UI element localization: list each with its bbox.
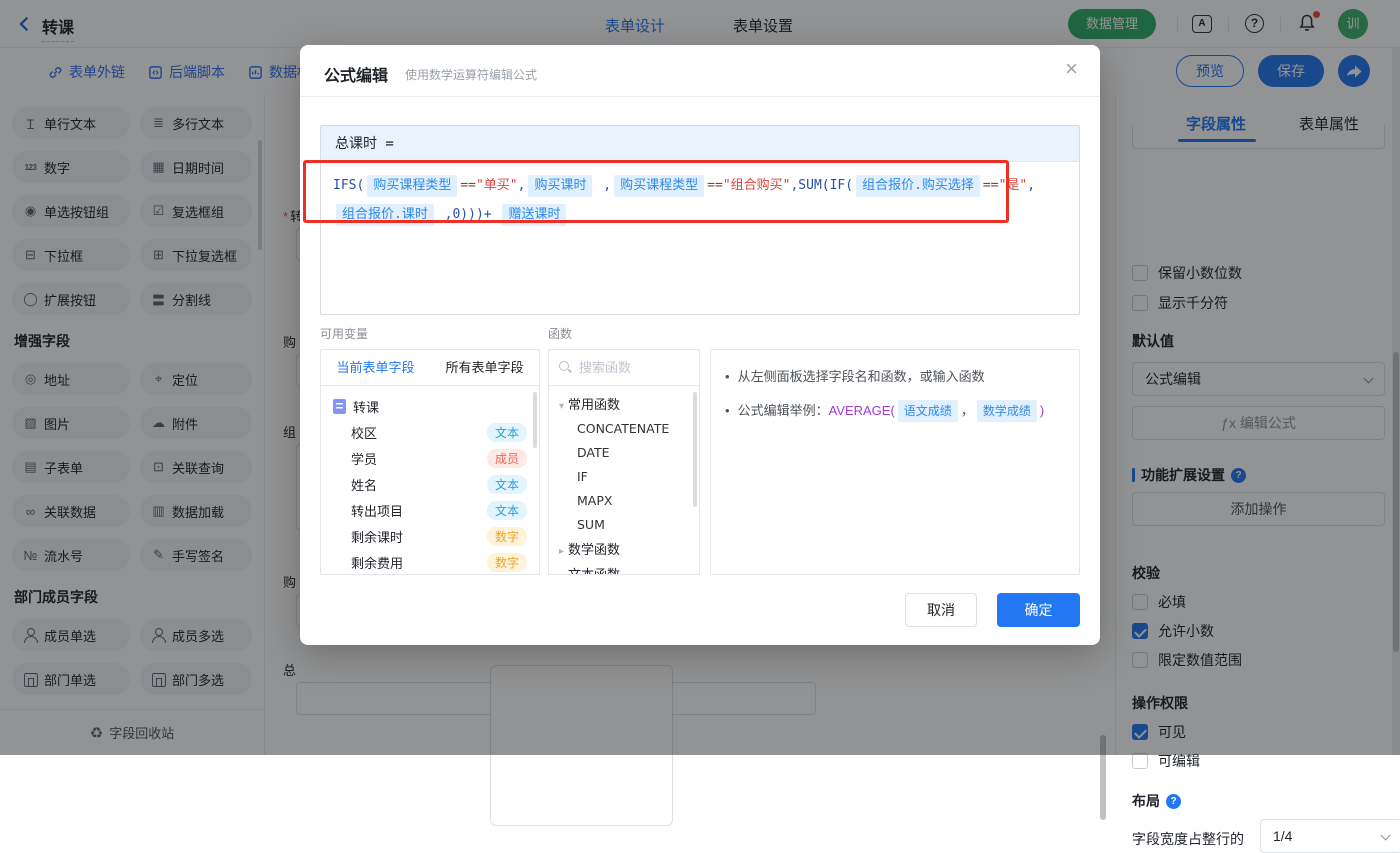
help-tip: •从左侧面板选择字段名和函数，或输入函数: [725, 366, 1065, 388]
form-doc-icon: [333, 399, 346, 414]
variable-name: 剩余费用: [351, 553, 487, 572]
variable-name: 学员: [351, 449, 487, 468]
formula-function: IFS(: [333, 178, 364, 193]
function-tree: ▾ 常用函数 CONCATENATEDATEIFMAPXSUM ▸ 数学函数 ▸ 文本函数: [549, 386, 699, 575]
function-group-label: 常用函数: [568, 397, 620, 412]
formula-help-panel: •从左侧面板选择字段名和函数，或输入函数 •公式编辑举例：AVERAGE(语文成…: [710, 349, 1080, 575]
function-item-date[interactable]: DATE: [549, 441, 699, 465]
variables-tabs: 当前表单字段 所有表单字段: [321, 350, 539, 386]
field-type-badge: 文本: [487, 423, 527, 442]
field-token[interactable]: 赠送课时: [502, 204, 566, 226]
variable-name: 校区: [351, 423, 487, 442]
formula-function: ,: [1027, 178, 1035, 193]
formula-target: 总课时 =: [321, 126, 1079, 162]
formula-editor-modal: 公式编辑 使用数学运算符编辑公式 × 总课时 = IFS(购买课程类型=="单买…: [300, 45, 1100, 645]
modal-subtitle: 使用数学运算符编辑公式: [405, 66, 537, 83]
variable-item[interactable]: 转出项目文本: [321, 497, 539, 523]
tab-all-form-fields[interactable]: 所有表单字段: [430, 350, 539, 385]
function-item-concatenate[interactable]: CONCATENATE: [549, 417, 699, 441]
variable-item[interactable]: 校区文本: [321, 419, 539, 445]
formula-string: "是": [999, 178, 1028, 193]
function-group-collapsed[interactable]: ▸ 文本函数: [549, 562, 699, 575]
variables-root-label: 转课: [353, 397, 527, 416]
confirm-button[interactable]: 确定: [997, 593, 1080, 627]
function-item-if[interactable]: IF: [549, 465, 699, 489]
variables-panel: 当前表单字段 所有表单字段 转课校区文本学员成员姓名文本转出项目文本剩余课时数字…: [320, 349, 540, 575]
example-function: ): [1040, 403, 1044, 418]
field-token[interactable]: 购买课程类型: [367, 175, 457, 197]
variable-name: 转出项目: [351, 501, 487, 520]
variables-list: 转课校区文本学员成员姓名文本转出项目文本剩余课时数字剩余费用数字: [321, 386, 539, 575]
variables-root-node[interactable]: 转课: [321, 393, 539, 419]
layout-title: 布局 ?: [1132, 791, 1181, 811]
function-group-label: 数学函数: [568, 542, 620, 557]
field-token[interactable]: 购买课程类型: [614, 175, 704, 197]
help-example: •公式编辑举例：AVERAGE(语文成绩，数学成绩): [725, 400, 1065, 422]
variables-scrollbar[interactable]: [533, 392, 537, 448]
formula-operator: ==: [707, 178, 723, 193]
function-search-input[interactable]: [579, 360, 679, 375]
field-type-badge: 文本: [487, 501, 527, 520]
variable-item[interactable]: 剩余费用数字: [321, 549, 539, 575]
checkbox-unchecked[interactable]: [1132, 753, 1148, 769]
formula-editor[interactable]: 总课时 = IFS(购买课程类型=="单买",购买课时 ,购买课程类型=="组合…: [320, 125, 1080, 315]
function-item-sum[interactable]: SUM: [549, 513, 699, 537]
example-field-token: 数学成绩: [977, 400, 1037, 422]
field-token[interactable]: 购买课时: [528, 175, 592, 197]
formula-function: ,0)))+: [437, 207, 500, 222]
function-item-mapx[interactable]: MAPX: [549, 489, 699, 513]
field-type-badge: 成员: [487, 449, 527, 468]
formula-code[interactable]: IFS(购买课程类型=="单买",购买课时 ,购买课程类型=="组合购买",SU…: [321, 162, 1079, 238]
field-width-label: 字段宽度占整行的: [1132, 829, 1244, 849]
modal-header: 公式编辑 使用数学运算符编辑公式 ×: [300, 45, 1100, 97]
field-width-select[interactable]: 1/4: [1260, 819, 1400, 853]
tab-current-form-fields[interactable]: 当前表单字段: [321, 350, 430, 385]
help-badge-icon[interactable]: ?: [1166, 794, 1181, 809]
example-field-token: 语文成绩: [898, 400, 958, 422]
formula-function: ,SUM(IF(: [790, 178, 853, 193]
cancel-button[interactable]: 取消: [905, 593, 977, 627]
field-type-badge: 数字: [487, 553, 527, 572]
field-type-badge: 文本: [487, 475, 527, 494]
variable-item[interactable]: 学员成员: [321, 445, 539, 471]
formula-string: "单买": [476, 178, 518, 193]
example-function: AVERAGE(: [829, 403, 895, 418]
search-icon: [559, 361, 572, 374]
field-type-badge: 数字: [487, 527, 527, 546]
variable-item[interactable]: 剩余课时数字: [321, 523, 539, 549]
close-icon[interactable]: ×: [1065, 58, 1078, 80]
function-search: [549, 350, 699, 386]
variables-label: 可用变量: [320, 325, 368, 342]
function-group-label: 文本函数: [568, 567, 620, 575]
formula-function: ,: [595, 178, 611, 193]
chevron-down-icon: ▾: [559, 401, 564, 412]
formula-operator: ==: [983, 178, 999, 193]
functions-label: 函数: [548, 325, 572, 342]
formula-operator: ==: [460, 178, 476, 193]
variable-item[interactable]: 姓名文本: [321, 471, 539, 497]
example-text: ，: [961, 403, 974, 418]
modal-title: 公式编辑: [324, 62, 388, 86]
formula-function: ,: [518, 178, 526, 193]
chevron-down-icon: [1381, 831, 1391, 841]
field-token[interactable]: 组合报价.课时: [336, 204, 434, 226]
function-group-collapsed[interactable]: ▸ 数学函数: [549, 537, 699, 562]
function-group-expanded[interactable]: ▾ 常用函数: [549, 392, 699, 417]
chevron-right-icon: ▸: [559, 571, 564, 575]
variable-name: 剩余课时: [351, 527, 487, 546]
chevron-right-icon: ▸: [559, 546, 564, 557]
functions-panel: ▾ 常用函数 CONCATENATEDATEIFMAPXSUM ▸ 数学函数 ▸ 文本函数: [548, 349, 700, 575]
formula-string: "组合购买": [723, 178, 791, 193]
field-token[interactable]: 组合报价.购买选择: [856, 175, 980, 197]
variable-name: 姓名: [351, 475, 487, 494]
functions-scrollbar[interactable]: [693, 392, 697, 507]
